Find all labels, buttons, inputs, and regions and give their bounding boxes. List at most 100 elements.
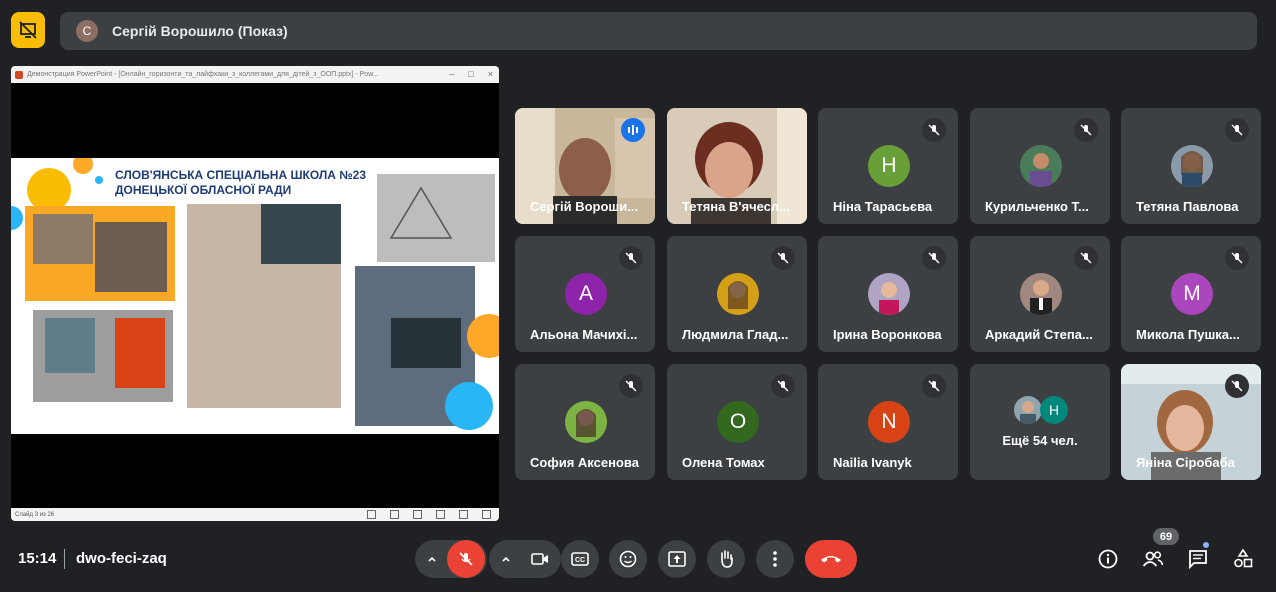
chevron-up-icon[interactable] <box>491 554 521 564</box>
participant-tile[interactable]: Тетяна В'ячесл... <box>667 108 807 224</box>
ppt-statusbar: Слайд 3 из 26 <box>11 508 499 521</box>
more-participants-tile[interactable]: Н Ещё 54 чел. <box>970 364 1110 480</box>
participant-count-badge: 69 <box>1153 528 1179 545</box>
participant-avatar <box>868 273 910 315</box>
participant-tile[interactable]: Людмила Глад... <box>667 236 807 352</box>
activities-icon <box>1234 549 1253 568</box>
view-icon <box>413 510 422 519</box>
participant-name: Тетяна Павлова <box>1136 199 1239 214</box>
mic-off-icon <box>1225 374 1249 398</box>
participant-name: София Аксенова <box>530 455 639 470</box>
ppt-status-icons <box>367 510 491 519</box>
mic-off-icon <box>922 118 946 142</box>
participant-avatar <box>717 273 759 315</box>
ppt-window-title: Демонстрация PowerPoint - [Онлайн_горизо… <box>27 71 379 78</box>
mic-off-button[interactable] <box>447 540 485 578</box>
mic-off-icon <box>1074 118 1098 142</box>
divider <box>64 549 65 569</box>
participant-tile[interactable]: О Олена Томах <box>667 364 807 480</box>
participant-name: Ірина Воронкова <box>833 327 942 342</box>
participant-avatar <box>565 401 607 443</box>
camera-control[interactable] <box>489 540 561 578</box>
slide: СЛОВ'ЯНСЬКА СПЕЦІАЛЬНА ШКОЛА №23 ДОНЕЦЬК… <box>11 158 499 434</box>
participant-avatar <box>1020 145 1062 187</box>
meeting-info-button[interactable] <box>1093 544 1123 574</box>
mic-off-icon <box>1074 246 1098 270</box>
view-icon <box>436 510 445 519</box>
participant-name: Сергій Вороши... <box>530 199 639 214</box>
participant-tile[interactable]: Аркадий Степа... <box>970 236 1110 352</box>
activities-button[interactable] <box>1228 544 1258 574</box>
presenter-bar: С Сергій Ворошило (Показ) <box>60 12 1257 50</box>
powerpoint-icon <box>15 70 23 79</box>
slide-title: СЛОВ'ЯНСЬКА СПЕЦІАЛЬНА ШКОЛА №23 ДОНЕЦЬК… <box>115 168 385 198</box>
participant-tile[interactable]: Сергій Вороши... <box>515 108 655 224</box>
participant-tile[interactable]: Курильченко Т... <box>970 108 1110 224</box>
presentation-warning-button[interactable] <box>11 12 45 48</box>
phone-hangup-icon <box>821 556 841 563</box>
mic-off-icon <box>619 374 643 398</box>
chevron-up-icon[interactable] <box>417 554 447 564</box>
camera-button[interactable] <box>521 540 559 578</box>
view-icon <box>459 510 468 519</box>
mic-control[interactable] <box>415 540 487 578</box>
view-icon <box>390 510 399 519</box>
mic-off-icon <box>922 374 946 398</box>
more-options-button[interactable] <box>756 540 794 578</box>
participant-name: Аркадий Степа... <box>985 327 1093 342</box>
captions-icon: CC <box>571 552 589 566</box>
meeting-code: dwo-feci-zaq <box>76 550 167 567</box>
participant-avatar: М <box>1171 273 1213 315</box>
people-button[interactable] <box>1138 544 1168 574</box>
participant-tile[interactable]: М Микола Пушка... <box>1121 236 1261 352</box>
chat-button[interactable] <box>1183 544 1213 574</box>
participant-tile[interactable]: София Аксенова <box>515 364 655 480</box>
close-icon: × <box>487 69 493 79</box>
participant-name: Курильченко Т... <box>985 199 1089 214</box>
captions-button[interactable]: CC <box>561 540 599 578</box>
chat-icon <box>1189 550 1207 569</box>
end-call-button[interactable] <box>805 540 857 578</box>
participant-avatar <box>1171 145 1213 187</box>
participant-avatar: Н <box>1040 396 1068 424</box>
mic-off-icon <box>771 246 795 270</box>
participant-tile[interactable]: N Nailia Ivanyk <box>818 364 958 480</box>
camera-icon <box>531 553 548 565</box>
slide-title-line1: СЛОВ'ЯНСЬКА СПЕЦІАЛЬНА ШКОЛА №23 <box>115 168 367 182</box>
participant-avatar: А <box>565 273 607 315</box>
clock: 15:14 <box>18 550 57 567</box>
mic-off-icon <box>459 552 473 566</box>
participant-tile[interactable]: Ірина Воронкова <box>818 236 958 352</box>
participant-name: Яніна Сіробаба <box>1136 455 1235 470</box>
mic-off-icon <box>771 374 795 398</box>
reactions-button[interactable] <box>609 540 647 578</box>
emoji-icon <box>619 550 637 568</box>
mic-off-icon <box>1225 246 1249 270</box>
participant-avatar: О <box>717 401 759 443</box>
hand-icon <box>721 550 733 568</box>
presentation-view[interactable]: Демонстрация PowerPoint - [Онлайн_горизо… <box>11 66 499 521</box>
participant-name: Людмила Глад... <box>682 327 789 342</box>
participant-avatar <box>1020 273 1062 315</box>
participant-tile[interactable]: Тетяна Павлова <box>1121 108 1261 224</box>
present-button[interactable] <box>658 540 696 578</box>
participant-tile[interactable]: А Альона Мачихі... <box>515 236 655 352</box>
speaking-indicator-icon <box>621 118 645 142</box>
participant-avatar: Н <box>868 145 910 187</box>
view-icon <box>482 510 491 519</box>
slide-title-line2: ДОНЕЦЬКОЇ ОБЛАСНОЇ РАДИ <box>115 183 292 197</box>
participant-name: Nailia Ivanyk <box>833 455 912 470</box>
maximize-icon: □ <box>468 69 474 79</box>
participant-tile[interactable]: Яніна Сіробаба <box>1121 364 1261 480</box>
window-controls: – □ × <box>449 69 493 79</box>
participant-name: Тетяна В'ячесл... <box>682 199 790 214</box>
raise-hand-button[interactable] <box>707 540 745 578</box>
participant-tile[interactable]: Н Ніна Тарасьєва <box>818 108 958 224</box>
ppt-titlebar: Демонстрация PowerPoint - [Онлайн_горизо… <box>11 66 499 83</box>
participant-name: Ніна Тарасьєва <box>833 199 933 214</box>
more-participants-label: Ещё 54 чел. <box>1002 433 1078 448</box>
slide-graphics <box>11 158 499 430</box>
minimize-icon: – <box>449 69 455 79</box>
presenter-label: Сергій Ворошило (Показ) <box>112 23 288 39</box>
svg-text:CC: CC <box>575 557 585 564</box>
